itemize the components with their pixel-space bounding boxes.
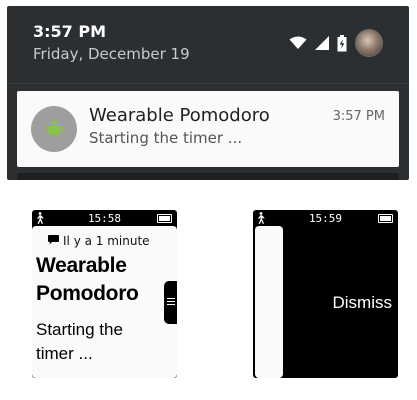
dismiss-action[interactable]: Dismiss [333,293,393,313]
speech-bubble-icon [48,232,59,250]
next-notification-edge [17,173,399,180]
clock-date: Friday, December 19 [33,45,190,63]
android-icon [44,116,64,143]
watch-screen-dismiss: 15:59 Dismiss [253,210,398,378]
action-peek-tab[interactable] [164,281,177,324]
avatar[interactable] [355,29,383,57]
swiped-card-edge[interactable] [255,226,283,378]
clock-time: 3:57 PM [33,22,107,41]
app-icon [31,106,77,152]
battery-icon [157,214,172,223]
wifi-icon [289,36,307,50]
signal-icon [315,36,329,50]
notification-time: 3:57 PM [332,109,385,124]
watch-notification-card[interactable]: Il y a 1 minute Wearable Pomodoro Starti… [32,226,177,378]
watch-screen-notification: 15:58 Il y a 1 minute Wearable Pomodoro … [32,210,177,378]
watch-status-bar: 15:58 [32,210,177,227]
watch-status-bar: 15:59 [253,210,398,227]
watch-clock: 15:58 [87,212,122,225]
card-timestamp: Il y a 1 minute [63,234,150,248]
battery-icon [378,214,393,223]
menu-icon [167,298,175,307]
card-title: Wearable Pomodoro [36,254,139,305]
notification-card[interactable]: Wearable Pomodoro Starting the timer ...… [17,91,399,167]
watch-clock: 15:59 [308,212,343,225]
notification-shade: 3:57 PM Friday, December 19 Wearable Pom… [7,6,409,180]
divider [7,83,409,84]
battery-charging-icon [337,34,347,52]
card-body: Starting the timer ... [36,320,123,363]
quick-status-header: 3:57 PM Friday, December 19 [7,6,409,82]
notification-text: Starting the timer ... [89,129,243,147]
card-meta: Il y a 1 minute [48,232,150,250]
system-icons [289,28,383,58]
notification-title: Wearable Pomodoro [89,105,270,126]
